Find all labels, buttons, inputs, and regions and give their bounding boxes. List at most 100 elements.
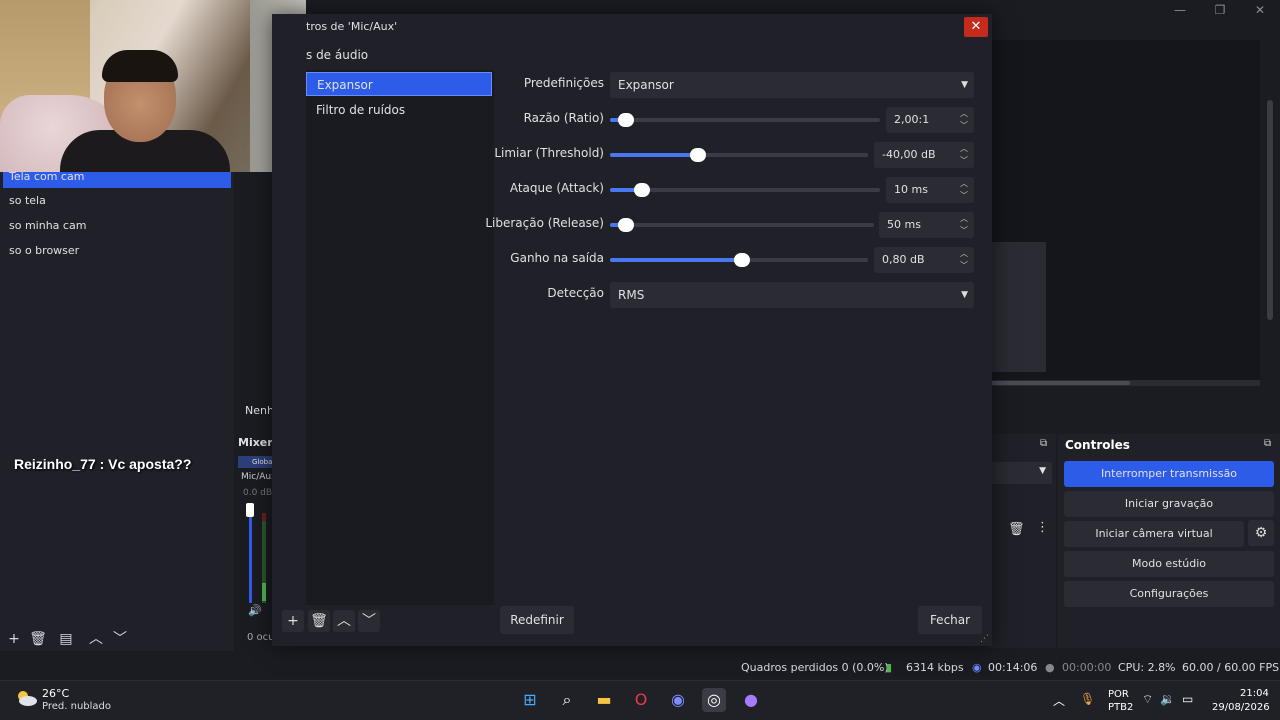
gain-spinbox[interactable]: 0,80 dB ︿ ﹀: [874, 247, 974, 273]
spin-up-icon[interactable]: ︿: [958, 178, 970, 190]
bitrate: 6314 kbps: [906, 661, 964, 674]
spin-down-icon[interactable]: ﹀: [958, 155, 970, 167]
cpu-usage: CPU: 2.8%: [1118, 661, 1176, 674]
gain-slider[interactable]: [610, 253, 868, 267]
detection-select[interactable]: RMS ▼: [610, 282, 974, 308]
spin-down-icon[interactable]: ﹀: [958, 260, 970, 272]
transition-select[interactable]: ▼: [990, 462, 1052, 484]
stream-icon: ◉: [972, 661, 982, 674]
tray-expand-icon[interactable]: ︿: [1053, 692, 1065, 709]
weather-temperature[interactable]: 26°C: [42, 687, 69, 700]
opera-browser-icon[interactable]: O: [629, 688, 653, 712]
discord-icon[interactable]: ◉: [666, 688, 690, 712]
webcam-overlay: [0, 0, 306, 172]
settings-button[interactable]: Configurações: [1064, 581, 1274, 607]
scene-item[interactable]: so minha cam: [3, 215, 231, 237]
speaker-icon[interactable]: 🔊: [248, 604, 262, 617]
file-explorer-icon[interactable]: ▬: [592, 688, 616, 712]
attack-slider[interactable]: [610, 183, 880, 197]
chevron-down-icon[interactable]: ﹀: [358, 610, 380, 632]
dropped-frames: Quadros perdidos 0 (0.0%): [741, 661, 889, 674]
vertical-scrollbar[interactable]: [1267, 100, 1273, 320]
obs-studio-icon[interactable]: ◎: [702, 688, 726, 712]
attack-spinbox[interactable]: 10 ms ︿ ﹀: [886, 177, 974, 203]
keyboard-layout[interactable]: PTB2: [1108, 702, 1133, 713]
chevron-up-icon[interactable]: ︿: [86, 629, 106, 649]
ratio-slider[interactable]: [610, 113, 880, 127]
threshold-slider[interactable]: [610, 148, 868, 162]
spin-up-icon[interactable]: ︿: [958, 143, 970, 155]
ratio-spinbox[interactable]: 2,00:1 ︿ ﹀: [886, 107, 974, 133]
preset-label: Predefinições: [523, 76, 604, 90]
add-scene-icon[interactable]: +: [4, 629, 24, 649]
start-virtual-cam-button[interactable]: Iniciar câmera virtual: [1064, 521, 1244, 547]
mixer-header: Mixer: [238, 436, 273, 449]
trash-icon[interactable]: 🗑: [308, 610, 330, 632]
trash-icon[interactable]: 🗑: [1008, 522, 1025, 537]
dropdown-arrow-icon: ▼: [1039, 466, 1046, 476]
windows-start-icon[interactable]: ⊞: [518, 688, 542, 712]
more-icon[interactable]: ⋮: [1036, 520, 1049, 535]
close-icon[interactable]: ✕: [1240, 0, 1280, 20]
minimize-icon[interactable]: —: [1160, 0, 1200, 20]
keyboard-language[interactable]: POR: [1108, 689, 1129, 700]
threshold-value: -40,00 dB: [882, 148, 936, 161]
filter-icon[interactable]: ▤: [56, 629, 76, 649]
weather-cloud-icon: [18, 691, 37, 706]
spin-down-icon[interactable]: ﹀: [958, 120, 970, 132]
battery-icon[interactable]: ▭: [1182, 692, 1193, 706]
spin-down-icon[interactable]: ﹀: [958, 190, 970, 202]
volume-icon[interactable]: 🔉: [1160, 692, 1175, 706]
attack-label: Ataque (Attack): [509, 181, 604, 195]
filter-list: Expansor Filtro de ruídos: [306, 70, 494, 605]
chat-app-icon[interactable]: ●: [739, 688, 763, 712]
release-spinbox[interactable]: 50 ms ︿ ﹀: [879, 212, 974, 238]
dropdown-arrow-icon: ▼: [961, 290, 968, 300]
threshold-spinbox[interactable]: -40,00 dB ︿ ﹀: [874, 142, 974, 168]
undock-icon[interactable]: ⧉: [1264, 438, 1271, 449]
studio-mode-button[interactable]: Modo estúdio: [1064, 551, 1274, 577]
mixer-global-tab[interactable]: Globa: [238, 456, 274, 468]
filter-item-noise[interactable]: Filtro de ruídos: [306, 98, 492, 122]
release-label: Liberação (Release): [485, 216, 604, 230]
maximize-icon[interactable]: ❐: [1200, 0, 1240, 20]
filter-item-expander[interactable]: Expansor: [306, 72, 492, 96]
reset-button[interactable]: Redefinir: [500, 606, 574, 634]
mixer-db-value: 0.0 dB: [243, 488, 273, 498]
ratio-value: 2,00:1: [894, 113, 930, 126]
record-time: 00:00:00: [1062, 661, 1112, 674]
preset-select[interactable]: Expansor ▼: [610, 72, 974, 98]
release-slider[interactable]: [610, 218, 874, 232]
undock-icon[interactable]: ⧉: [1040, 438, 1047, 449]
resize-grip-icon[interactable]: ⋰: [980, 634, 989, 644]
start-recording-button[interactable]: Iniciar gravação: [1064, 491, 1274, 517]
spin-up-icon[interactable]: ︿: [958, 108, 970, 120]
close-icon[interactable]: ✕: [964, 17, 988, 37]
attack-value: 10 ms: [894, 183, 928, 196]
spin-down-icon[interactable]: ﹀: [958, 225, 970, 237]
scenes-toolbar: + 🗑 ▤ ︿ ﹀: [0, 627, 234, 651]
stop-stream-button[interactable]: Interromper transmissão: [1064, 461, 1274, 487]
gear-icon[interactable]: ⚙: [1248, 520, 1274, 546]
trash-icon[interactable]: 🗑: [28, 629, 48, 649]
microphone-icon[interactable]: 🎙: [1080, 692, 1095, 706]
horizontal-scrollbar[interactable]: [990, 380, 1260, 386]
threshold-label: Limiar (Threshold): [494, 146, 604, 160]
close-button[interactable]: Fechar: [918, 606, 982, 634]
wifi-icon[interactable]: ⌔: [1142, 692, 1153, 707]
scene-item[interactable]: so tela: [3, 190, 231, 212]
search-icon[interactable]: ⌕: [555, 688, 579, 712]
volume-meter[interactable]: [246, 503, 274, 603]
weather-description[interactable]: Pred. nublado: [42, 701, 111, 712]
chevron-down-icon[interactable]: ﹀: [110, 629, 130, 649]
clock-date[interactable]: 29/08/2026: [1212, 702, 1270, 713]
preset-value: Expansor: [618, 78, 674, 92]
clock-time[interactable]: 21:04: [1240, 688, 1269, 699]
sources-empty-label: Nenh: [245, 404, 274, 417]
chevron-up-icon[interactable]: ︿: [333, 610, 355, 632]
signal-icon: ▮: [886, 661, 893, 674]
add-icon[interactable]: +: [282, 610, 304, 632]
spin-up-icon[interactable]: ︿: [958, 248, 970, 260]
spin-up-icon[interactable]: ︿: [958, 213, 970, 225]
scene-item[interactable]: so o browser: [3, 240, 231, 262]
